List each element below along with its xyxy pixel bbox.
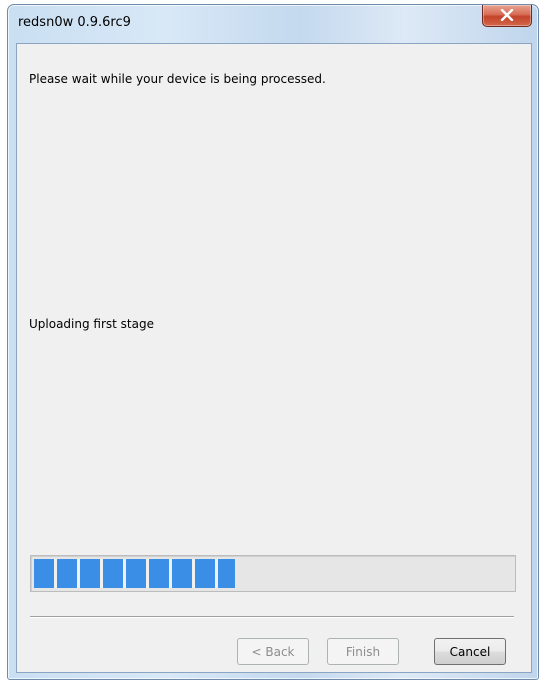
dialog-window: redsn0w 0.9.6rc9 Please wait while your … <box>7 4 539 680</box>
progress-bar-fill <box>34 559 235 588</box>
status-text: Uploading first stage <box>29 317 154 331</box>
window-title: redsn0w 0.9.6rc9 <box>18 15 131 30</box>
dialog-body: Please wait while your device is being p… <box>16 43 532 673</box>
progress-bar <box>30 555 516 592</box>
cancel-button[interactable]: Cancel <box>434 638 506 665</box>
close-icon <box>500 6 514 25</box>
title-bar[interactable]: redsn0w 0.9.6rc9 <box>8 5 538 43</box>
back-button[interactable]: < Back <box>237 638 309 665</box>
close-button[interactable] <box>482 5 532 27</box>
cancel-button-label: Cancel <box>449 644 491 659</box>
finish-button-label: Finish <box>345 644 381 659</box>
finish-button[interactable]: Finish <box>327 638 399 665</box>
processing-message: Please wait while your device is being p… <box>29 72 326 86</box>
back-button-label: < Back <box>251 644 295 659</box>
separator <box>30 616 514 618</box>
